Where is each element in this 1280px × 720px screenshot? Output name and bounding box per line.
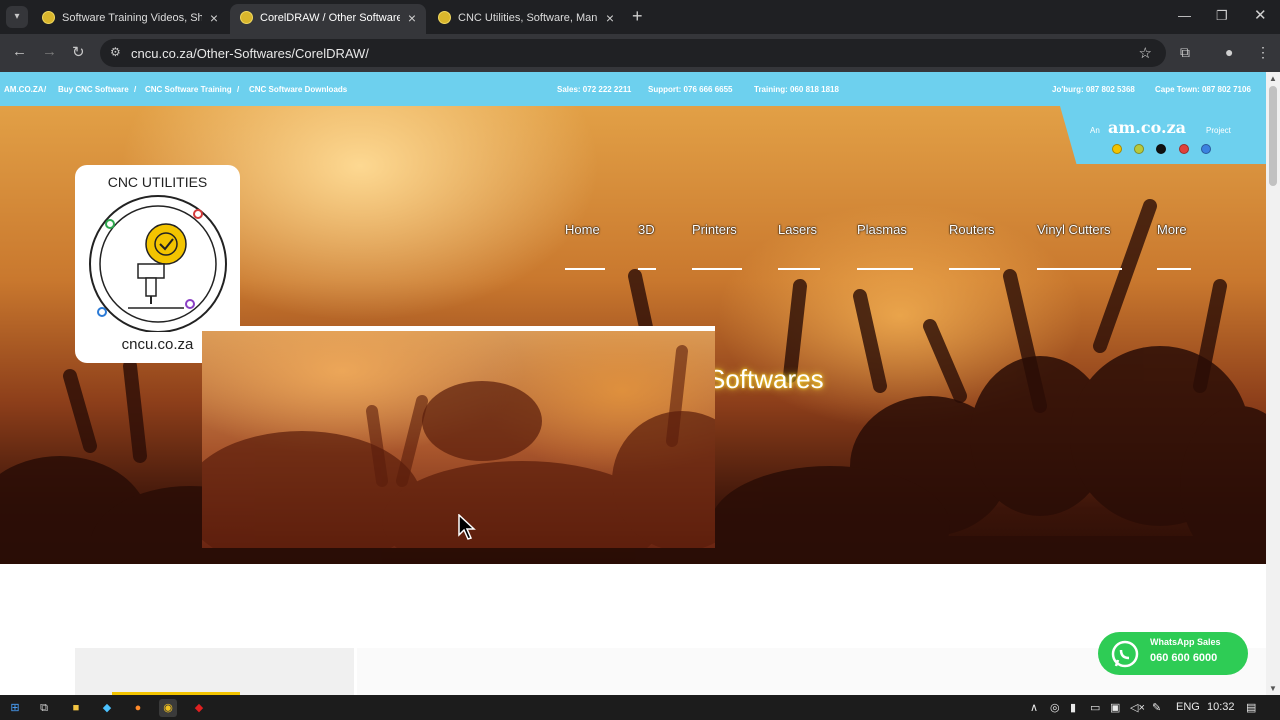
link-am-co-za[interactable]: AM.CO.ZA	[4, 85, 44, 94]
youtube-icon[interactable]	[1179, 144, 1189, 154]
window-close-button[interactable]: ✕	[1254, 6, 1267, 24]
nav-routers[interactable]: Routers	[949, 222, 995, 237]
page-scrollbar[interactable]: ▲ ▼	[1266, 72, 1280, 695]
minimize-button[interactable]: —	[1178, 8, 1191, 23]
nav-3d[interactable]: 3D	[638, 222, 655, 237]
tab-coreldraw[interactable]: CorelDRAW / Other Softwares ×	[230, 4, 426, 34]
nav-underline	[1037, 268, 1122, 270]
forward-button[interactable]: →	[42, 43, 57, 60]
back-button[interactable]: ←	[12, 43, 27, 60]
scroll-down-arrow-icon[interactable]: ▼	[1269, 684, 1277, 693]
tray-overflow-chevron-icon[interactable]: ∧	[1030, 701, 1038, 714]
am-project-panel: An am.co.za Project	[1060, 106, 1266, 164]
new-tab-button[interactable]: +	[632, 6, 643, 26]
support-phone[interactable]: Support: 076 666 6655	[648, 85, 732, 94]
sidebar-panel	[75, 648, 354, 695]
reload-button[interactable]: ↻	[72, 43, 85, 61]
nav-underline	[949, 268, 1000, 270]
battery-icon[interactable]: ▭	[1090, 701, 1100, 714]
close-icon[interactable]: ×	[210, 10, 218, 26]
sales-phone[interactable]: Sales: 072 222 2211	[557, 85, 631, 94]
whatsapp-number: 060 600 6000	[1150, 652, 1218, 664]
notifications-icon[interactable]: ▤	[1246, 701, 1256, 714]
mouse-pointer-icon	[458, 514, 476, 540]
tray-app-icon[interactable]: ◎	[1050, 701, 1060, 714]
profile-icon[interactable]: ●	[1225, 44, 1233, 60]
nav-plasmas[interactable]: Plasmas	[857, 222, 907, 237]
volume-muted-icon[interactable]: ◁×	[1130, 701, 1145, 714]
link-buy-cnc-software[interactable]: Buy CNC Software	[58, 85, 129, 94]
separator: /	[44, 85, 47, 94]
joburg-phone[interactable]: Jo'burg: 087 802 5368	[1052, 85, 1135, 94]
separator: /	[237, 85, 240, 94]
close-icon[interactable]: ×	[606, 10, 614, 26]
nav-more[interactable]: More	[1157, 222, 1187, 237]
tab-title: CNC Utilities, Software, Manual	[458, 12, 598, 24]
site-favicon-icon	[240, 11, 253, 24]
scrollbar-thumb[interactable]	[1269, 86, 1277, 186]
maximize-button[interactable]: ❐	[1216, 8, 1228, 24]
tab-title: Software Training Videos, Short	[62, 12, 202, 24]
firefox-icon[interactable]: ●	[129, 699, 147, 717]
site-info-icon[interactable]: ⚙	[110, 45, 121, 59]
nav-underline	[638, 268, 656, 270]
nav-underline	[692, 268, 742, 270]
url-text: cncu.co.za/Other-Softwares/CorelDRAW/	[131, 46, 369, 61]
link-cnc-software-downloads[interactable]: CNC Software Downloads	[249, 85, 347, 94]
nav-lasers[interactable]: Lasers	[778, 222, 817, 237]
whatsapp-icon	[1111, 640, 1139, 668]
os-taskbar: ⊞ ⧉ ■ ◆ ● ◉ ◆ ∧ ◎ ▮ ▭ ▣ ◁× ✎ ENG 10:32 ▤	[0, 695, 1280, 720]
task-view-icon[interactable]: ⧉	[35, 699, 53, 717]
logo-title: CNC UTILITIES	[107, 174, 208, 190]
top-info-bar: AM.CO.ZA / Buy CNC Software / CNC Softwa…	[0, 72, 1266, 106]
nav-underline	[778, 268, 820, 270]
file-explorer-icon[interactable]: ■	[67, 699, 85, 717]
language-indicator[interactable]: ENG	[1176, 701, 1200, 713]
windows-start-icon[interactable]: ⊞	[6, 699, 24, 717]
whatsapp-icon[interactable]	[1134, 144, 1144, 154]
cnc-gear-logo-icon	[89, 195, 227, 332]
hero-title: Softwares	[708, 364, 824, 394]
nav-printers[interactable]: Printers	[692, 222, 737, 237]
address-bar[interactable]: ⚙ cncu.co.za/Other-Softwares/CorelDRAW/ …	[100, 39, 1166, 67]
training-phone[interactable]: Training: 060 818 1818	[754, 85, 839, 94]
pen-icon[interactable]: ✎	[1152, 701, 1161, 714]
extensions-icon[interactable]: ⧉	[1180, 44, 1190, 61]
whatsapp-label: WhatsApp Sales	[1150, 637, 1221, 647]
separator: /	[134, 85, 137, 94]
x-twitter-icon[interactable]	[1156, 144, 1166, 154]
coreldraw-icon[interactable]: ◆	[190, 699, 208, 717]
site-favicon-icon	[438, 11, 451, 24]
steam-icon[interactable]: ◆	[98, 699, 116, 717]
close-icon[interactable]: ×	[408, 10, 416, 26]
project-label: Project	[1206, 126, 1231, 135]
capetown-phone[interactable]: Cape Town: 087 802 7106	[1155, 85, 1251, 94]
nav-vinyl-cutters[interactable]: Vinyl Cutters	[1037, 222, 1110, 237]
browser-tab-strip: ▾ Software Training Videos, Short × Core…	[0, 0, 1280, 34]
chrome-icon[interactable]: ◉	[159, 699, 177, 717]
an-label: An	[1090, 126, 1100, 135]
facebook-icon[interactable]	[1201, 144, 1211, 154]
clock[interactable]: 10:32	[1207, 701, 1235, 713]
nav-home[interactable]: Home	[565, 222, 600, 237]
site-favicon-icon	[42, 11, 55, 24]
browser-toolbar: ← → ↻ ⚙ cncu.co.za/Other-Softwares/Corel…	[0, 34, 1280, 72]
tab-software-training[interactable]: Software Training Videos, Short ×	[32, 4, 228, 34]
bookmark-star-icon[interactable]: ☆	[1139, 44, 1152, 62]
tab-cnc-utilities[interactable]: CNC Utilities, Software, Manual ×	[428, 4, 624, 34]
nav-underline	[857, 268, 913, 270]
nav-underline	[1157, 268, 1191, 270]
menu-kebab-icon[interactable]: ⋮	[1256, 44, 1270, 61]
whatsapp-sales-button[interactable]: WhatsApp Sales 060 600 6000	[1098, 632, 1248, 675]
nav-underline	[565, 268, 605, 270]
link-cnc-software-training[interactable]: CNC Software Training	[145, 85, 232, 94]
tab-title: CorelDRAW / Other Softwares	[260, 12, 400, 24]
microphone-icon[interactable]: ▮	[1070, 701, 1076, 714]
am-brand-logo[interactable]: am.co.za	[1108, 118, 1186, 137]
page-viewport: AM.CO.ZA / Buy CNC Software / CNC Softwa…	[0, 72, 1280, 695]
tab-search-button[interactable]: ▾	[6, 6, 28, 28]
network-icon[interactable]: ▣	[1110, 701, 1120, 714]
scroll-up-arrow-icon[interactable]: ▲	[1269, 74, 1277, 83]
phone-icon[interactable]	[1112, 144, 1122, 154]
